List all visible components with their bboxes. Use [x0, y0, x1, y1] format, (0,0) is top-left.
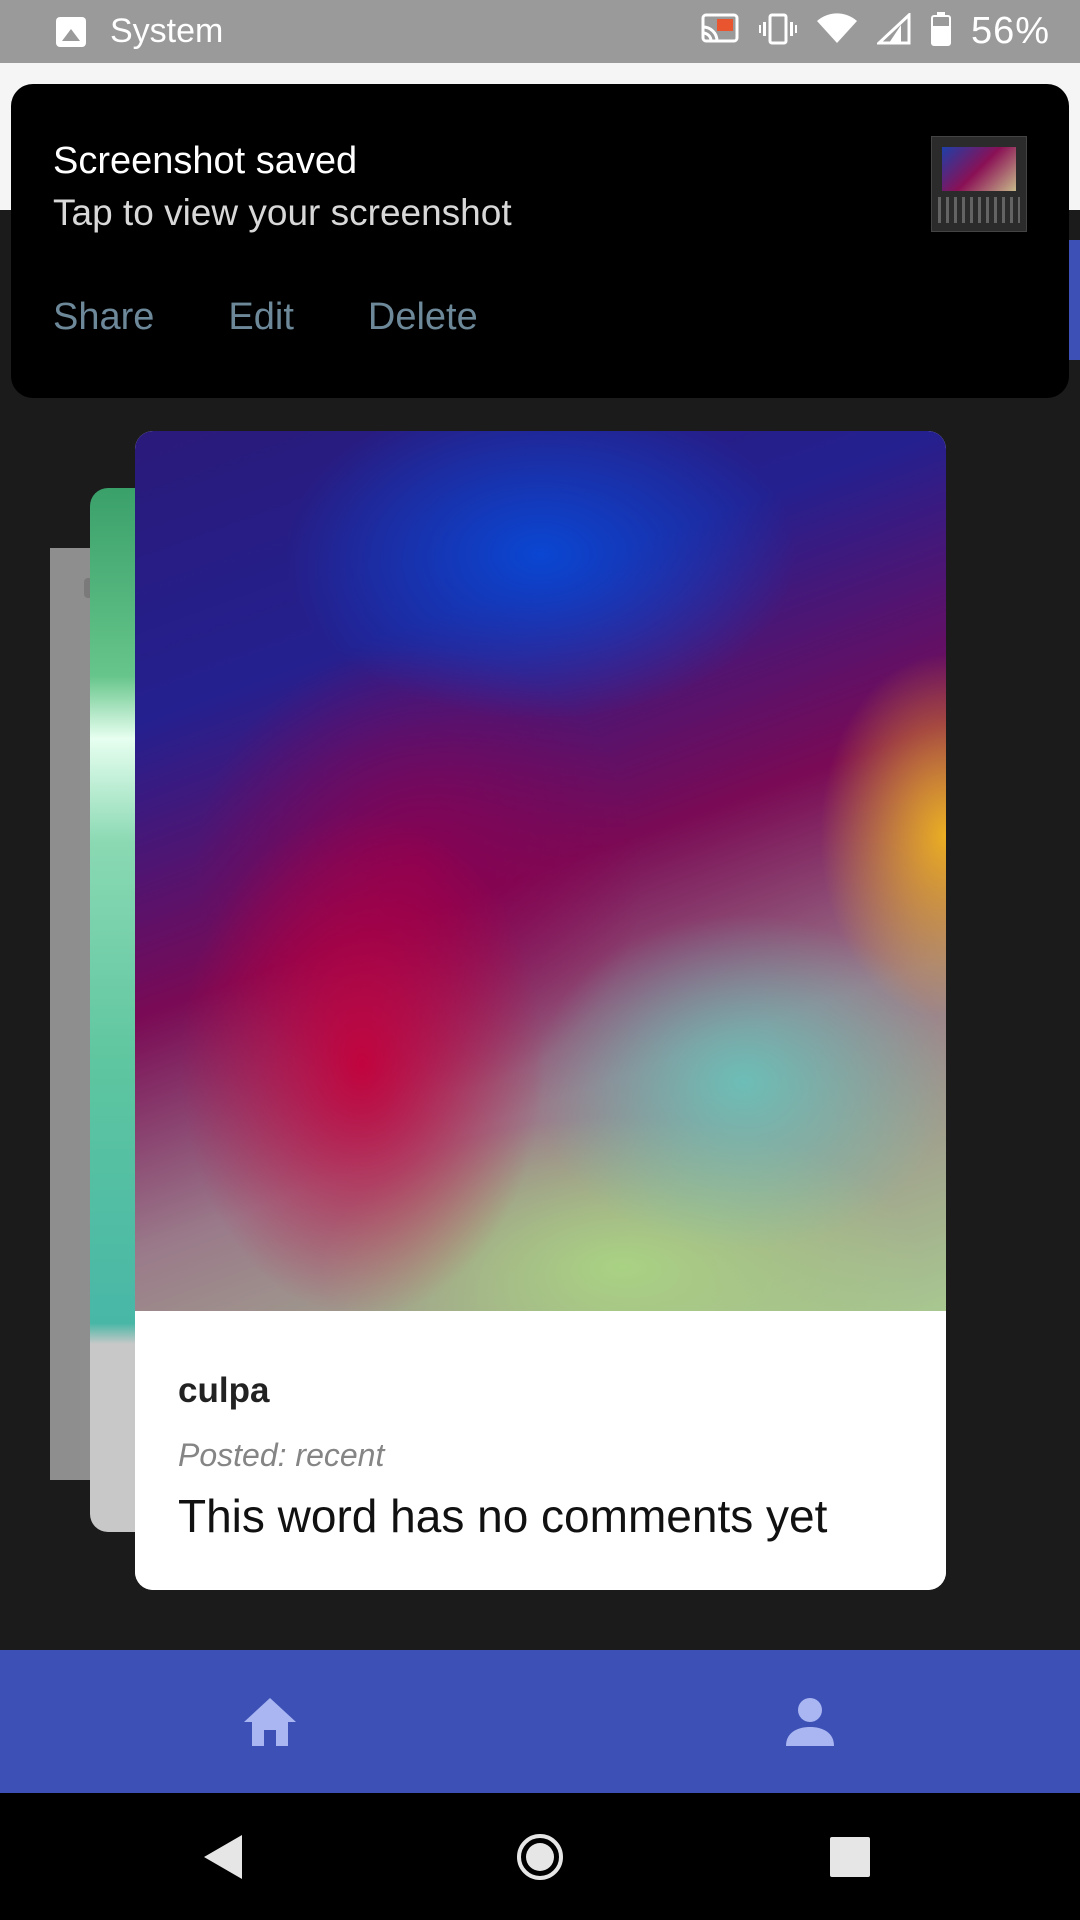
delete-button[interactable]: Delete [368, 296, 478, 339]
recents-button[interactable] [790, 1793, 910, 1920]
home-circle-icon [517, 1833, 563, 1880]
status-right: 56% [701, 0, 1050, 63]
edit-button[interactable]: Edit [228, 296, 293, 339]
back-button[interactable] [164, 1793, 284, 1920]
nav-home-button[interactable] [0, 1650, 540, 1793]
cast-icon [701, 13, 739, 50]
word-card[interactable]: culpa Posted: recent This word has no co… [135, 431, 946, 1590]
share-button[interactable]: Share [53, 296, 154, 339]
signal-icon [875, 11, 911, 50]
notification-actions: Share Edit Delete [53, 296, 478, 339]
background-app-edge [1068, 240, 1080, 360]
battery-percent: 56% [970, 10, 1050, 52]
card-comment: This word has no comments yet [178, 1490, 828, 1542]
status-left: System [0, 12, 223, 51]
nav-profile-button[interactable] [540, 1650, 1080, 1793]
image-icon [56, 16, 86, 47]
notification-title: Screenshot saved [53, 140, 358, 182]
bottom-navigation [0, 1650, 1080, 1793]
vibrate-icon [758, 13, 797, 50]
card-image [135, 431, 946, 1311]
screenshot-notification[interactable]: Screenshot saved Tap to view your screen… [11, 84, 1069, 398]
thumbnail-keyboard [938, 197, 1020, 223]
screen: System 56% culpa Posted: recent This wor… [0, 0, 1080, 1920]
back-icon [204, 1834, 242, 1879]
status-bar: System 56% [0, 0, 1080, 63]
home-button[interactable] [480, 1793, 600, 1920]
battery-icon [930, 12, 951, 51]
home-icon [244, 1697, 296, 1746]
system-navigation-bar [0, 1793, 1080, 1920]
card-posted: Posted: recent [178, 1437, 385, 1473]
thumbnail-image [942, 147, 1016, 191]
recents-icon [830, 1836, 870, 1877]
screenshot-thumbnail[interactable] [931, 136, 1027, 232]
card-body: culpa Posted: recent This word has no co… [135, 1311, 946, 1590]
card-word: culpa [178, 1371, 270, 1410]
notification-subtitle: Tap to view your screenshot [53, 192, 512, 233]
wifi-icon [816, 13, 857, 50]
person-icon [786, 1697, 834, 1746]
status-app-name: System [110, 12, 224, 50]
